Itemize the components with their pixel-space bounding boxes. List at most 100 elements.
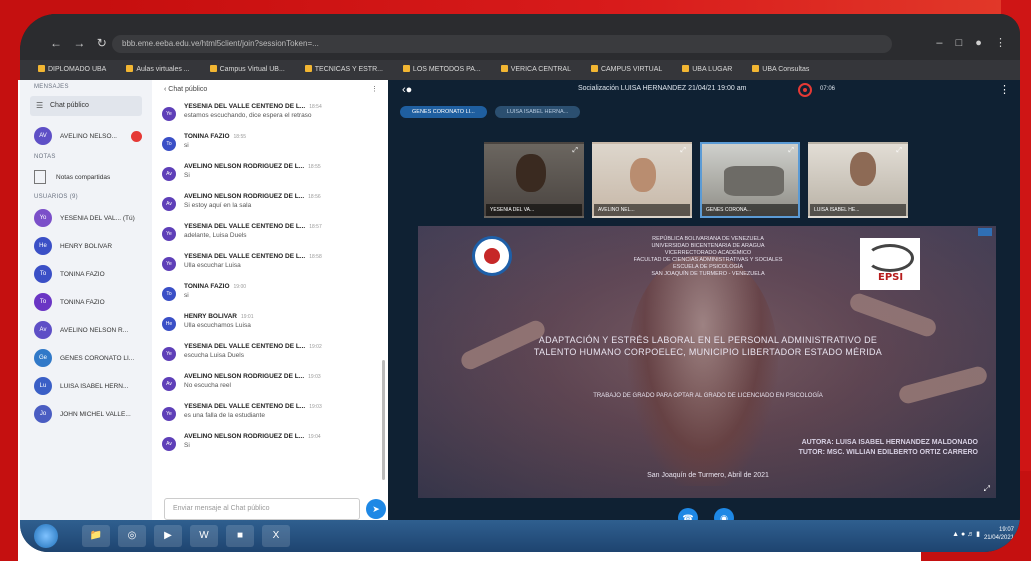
avatar: Ge: [34, 349, 52, 367]
message-time: 19:03: [308, 374, 321, 380]
message-time: 18:58: [309, 254, 322, 260]
bookmark[interactable]: UBA Consultas: [752, 65, 809, 73]
address-bar[interactable]: bbb.eme.eeba.edu.ve/html5client/join?ses…: [112, 35, 892, 53]
chat-message: Ye YESENIA DEL VALLE CENTENO DE L... 19:02…: [152, 340, 388, 370]
presentation-slide: EPSI REPÚBLICA BOLIVARIANA DE VENEZUELA …: [418, 226, 996, 498]
expand-icon[interactable]: ⤢: [896, 147, 902, 155]
folder-icon: [126, 65, 134, 72]
avatar: AV: [34, 127, 52, 145]
webcam-tile[interactable]: ⤢ LUISA ISABEL HE...: [808, 142, 908, 218]
user-list-item[interactable]: He HENRY BOLIVAR: [20, 232, 152, 260]
recording-icon[interactable]: [798, 83, 812, 97]
media-player-icon[interactable]: ▶: [154, 525, 182, 547]
chrome-icon[interactable]: ◎: [118, 525, 146, 547]
menu-icon[interactable]: ⋮: [995, 37, 1006, 49]
logo-swoosh: [866, 244, 914, 272]
avatar: He: [162, 317, 176, 331]
institution-line: VICERRECTORADO ACADÉMICO: [664, 250, 752, 256]
tray-up-icon[interactable]: ▲: [952, 531, 959, 538]
folder-icon: [38, 65, 45, 72]
private-chat-item[interactable]: AV AVELINO NELSO...: [20, 122, 152, 150]
public-chat-button[interactable]: Chat público: [30, 96, 142, 116]
message-time: 18:56: [308, 194, 321, 200]
webcam-tile[interactable]: ⤢ GENES CORONA...: [700, 142, 800, 218]
bookmark[interactable]: CAMPUS VIRTUAL: [590, 65, 662, 73]
bookmark[interactable]: DIPLOMADO UBA: [38, 65, 106, 73]
folder-icon: [209, 65, 217, 72]
frame-left-edge: [0, 0, 18, 561]
user-list-item[interactable]: Yo YESENIA DEL VAL... (Tú): [20, 204, 152, 232]
expand-icon[interactable]: ⤢: [680, 147, 686, 155]
user-list: Yo YESENIA DEL VAL... (Tú) He HENRY BOLIVAR…: [20, 204, 152, 428]
user-list-item[interactable]: Av AVELINO NELSON R...: [20, 316, 152, 344]
webcam-strip: ⤢ YESENIA DEL VA... ⤢ AVELINO NEL... ⤢ G…: [484, 142, 916, 218]
message-time: 18:55: [233, 134, 247, 140]
shared-notes-item[interactable]: Notas compartidas: [20, 164, 152, 190]
message-body: AVELINO NELSON RODRIGUEZ DE L... 19:03 No …: [184, 373, 372, 400]
expand-icon[interactable]: ⤢: [572, 147, 578, 155]
fullscreen-icon[interactable]: ⤢: [984, 484, 990, 494]
message-body: AVELINO NELSON RODRIGUEZ DE L... 19:04 Si: [184, 433, 372, 460]
folder-icon: [500, 65, 508, 72]
file-explorer-icon[interactable]: 📁: [82, 525, 110, 547]
institution-text: REPÚBLICA BOLIVARIANA DE VENEZUELA UNIVE…: [568, 236, 848, 278]
back-icon[interactable]: ←: [50, 36, 62, 50]
university-seal: [472, 236, 512, 276]
webcam-tile[interactable]: ⤢ AVELINO NEL...: [592, 142, 692, 218]
start-button[interactable]: [34, 524, 58, 548]
message-body: YESENIA DEL VALLE CENTENO DE L... 18:54 es…: [184, 103, 372, 130]
bookmark[interactable]: VERICA CENTRAL: [500, 65, 571, 73]
message-author-name: YESENIA DEL VALLE CENTENO DE L...: [184, 103, 306, 110]
user-list-item[interactable]: Lu LUISA ISABEL HERN...: [20, 372, 152, 400]
message-text: escucha Luisa Duels: [184, 352, 244, 359]
network-icon[interactable]: ●: [961, 531, 965, 538]
slide-subtitle: TRABAJO DE GRADO PARA OPTAR AL GRADO DE …: [593, 393, 823, 399]
message-author-name: YESENIA DEL VALLE CENTENO DE L...: [184, 403, 306, 410]
bookmark[interactable]: LOS METODOS PA...: [402, 65, 481, 73]
battery-icon[interactable]: ▮: [976, 531, 980, 538]
bookmark[interactable]: UBA LUGAR: [682, 65, 732, 73]
send-button[interactable]: ➤: [366, 499, 386, 519]
user-list-item[interactable]: To TONINA FAZIO: [20, 288, 152, 316]
volume-icon[interactable]: ♬: [967, 531, 974, 538]
minimize-icon[interactable]: –: [936, 37, 942, 49]
chat-message: Av AVELINO NELSON RODRIGUEZ DE L... 19:04 S…: [152, 430, 388, 460]
word-icon[interactable]: W: [190, 525, 218, 547]
user-list-toggle-icon[interactable]: ‹●: [402, 84, 412, 96]
bookmark[interactable]: TECNICAS Y ESTR...: [304, 65, 383, 73]
message-author: YESENIA DEL VALLE CENTENO DE L... 19:02: [184, 343, 372, 350]
presentation-menu-icon[interactable]: [978, 228, 992, 236]
app-icon[interactable]: ■: [226, 525, 254, 547]
chat-scrollbar[interactable]: [382, 360, 385, 480]
avatar: Av: [162, 197, 176, 211]
users-heading: USUARIOS (9): [34, 194, 78, 200]
send-icon: ➤: [372, 504, 380, 514]
messages-heading: MENSAJES: [34, 84, 69, 90]
user-list-item[interactable]: Ge GENES CORONATO LI...: [20, 344, 152, 372]
restore-icon[interactable]: □: [956, 37, 963, 49]
avatar: To: [162, 137, 176, 151]
bookmark[interactable]: Campus Virtual UB...: [209, 65, 285, 73]
clock-date: 21/04/2021: [983, 535, 1014, 541]
bookmark[interactable]: Aulas virtuales ...: [126, 65, 190, 73]
forward-icon[interactable]: →: [73, 36, 85, 50]
chat-options-icon[interactable]: ⋮: [371, 80, 378, 100]
user-list-item[interactable]: To TONINA FAZIO: [20, 260, 152, 288]
chat-message: To TONINA FAZIO 18:55 si: [152, 130, 388, 160]
message-body: TONINA FAZIO 18:55 si: [184, 133, 372, 160]
expand-icon[interactable]: ⤢: [788, 147, 794, 155]
clock-time: 19:07: [998, 527, 1014, 533]
options-icon[interactable]: ⋮: [999, 83, 1010, 96]
user-list-item[interactable]: Jo JOHN MICHEL VALLE...: [20, 400, 152, 428]
chat-message-input[interactable]: Enviar mensaje al Chat público: [164, 498, 360, 520]
excel-icon[interactable]: X: [262, 525, 290, 547]
webcam-name: YESENIA DEL VA...: [486, 204, 582, 216]
message-author-name: YESENIA DEL VALLE CENTENO DE L...: [184, 343, 306, 350]
message-text: Si estoy aquí en la sala: [184, 202, 252, 209]
profile-icon[interactable]: ●: [975, 37, 982, 49]
recording-time: 07:06: [820, 86, 836, 92]
reload-icon[interactable]: ↻: [97, 36, 107, 50]
system-clock[interactable]: 19:07 21/04/2021: [984, 526, 1014, 542]
chat-back-icon[interactable]: ‹: [164, 86, 166, 93]
webcam-tile[interactable]: ⤢ YESENIA DEL VA...: [484, 142, 584, 218]
